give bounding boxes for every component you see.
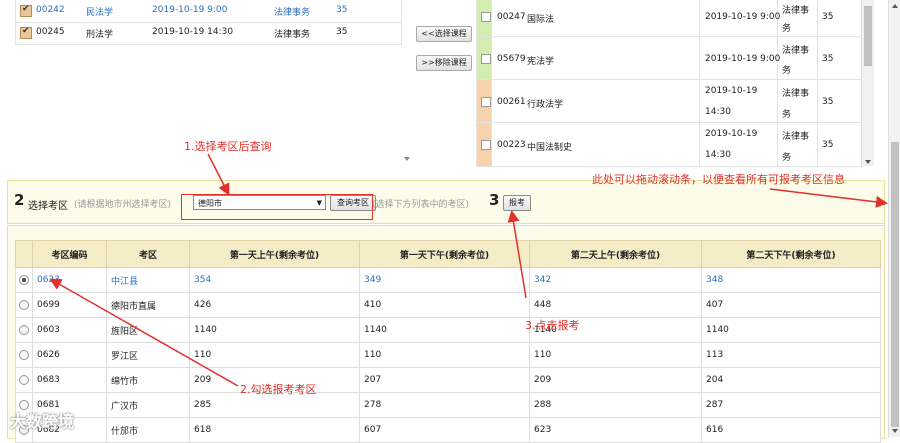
arrow-step1 (207, 153, 230, 196)
arrow-step2 (49, 278, 239, 387)
annotation-arrows (49, 153, 888, 387)
arrow-scroll (769, 188, 888, 208)
arrow-step3 (507, 210, 527, 299)
watermark: 大数跨境 (10, 412, 75, 431)
